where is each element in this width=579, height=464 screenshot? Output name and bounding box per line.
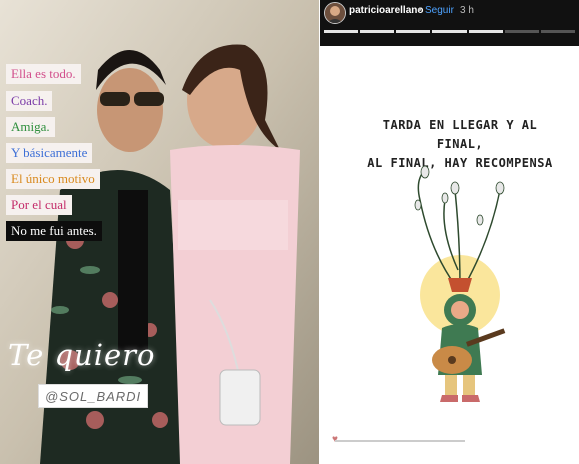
left-story[interactable]: Ella es todo. Coach. Amiga. Y básicament… bbox=[0, 0, 319, 464]
mention-tag[interactable]: @SOL_BARDI bbox=[38, 384, 149, 408]
avatar[interactable] bbox=[324, 2, 346, 24]
progress-segment bbox=[396, 30, 431, 33]
guitar-illustration bbox=[414, 165, 506, 402]
story-progress bbox=[324, 30, 575, 33]
progress-segment bbox=[504, 30, 539, 33]
text-tag-1: Ella es todo. bbox=[6, 64, 81, 84]
text-tag-2: Coach. bbox=[6, 91, 53, 111]
story-header: patricioarellano • Seguir 3 h bbox=[320, 0, 579, 46]
avatar-image bbox=[325, 3, 345, 23]
text-tag-5: El único motivo bbox=[6, 169, 100, 189]
text-tag-4: Y básicamente bbox=[6, 143, 93, 163]
follow-button[interactable]: Seguir bbox=[425, 5, 454, 16]
separator-dot: • bbox=[418, 5, 422, 16]
text-tag-7: No me fui antes. bbox=[6, 221, 102, 241]
progress-segment bbox=[432, 30, 467, 33]
text-tag-3: Amiga. bbox=[6, 117, 55, 137]
username[interactable]: patricioarellano bbox=[349, 5, 423, 16]
quote-line-1: TARDA EN LLEGAR Y AL FINAL, bbox=[382, 118, 538, 151]
right-story[interactable]: patricioarellano • Seguir 3 h TARDA EN L… bbox=[320, 0, 579, 464]
progress-segment bbox=[360, 30, 395, 33]
progress-segment bbox=[324, 30, 359, 33]
script-text: Te quiero bbox=[8, 338, 156, 372]
progress-segment bbox=[540, 30, 575, 33]
progress-segment bbox=[468, 30, 503, 33]
reply-bar[interactable] bbox=[335, 440, 465, 442]
text-tag-6: Por el cual bbox=[6, 195, 72, 215]
time-ago: 3 h bbox=[460, 5, 474, 16]
